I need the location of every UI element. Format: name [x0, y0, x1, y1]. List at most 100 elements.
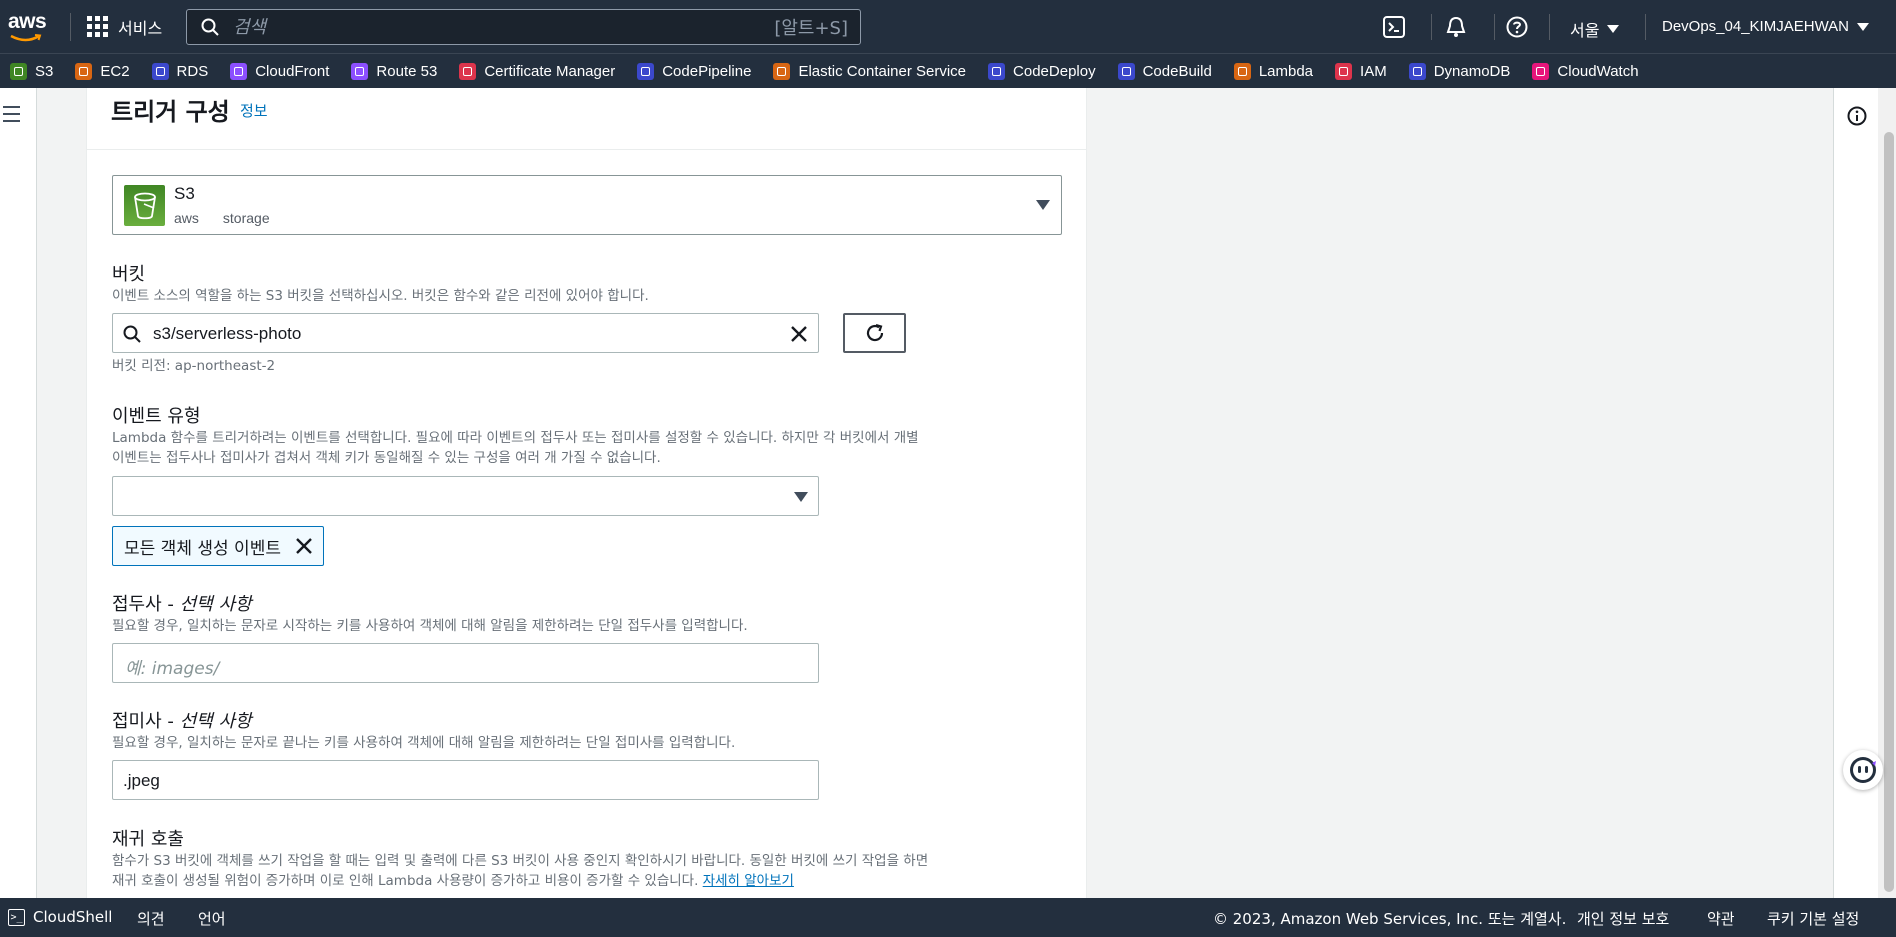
source-name: S3	[174, 184, 195, 203]
info-icon[interactable]	[1847, 106, 1867, 126]
trigger-source-select[interactable]: S3 aws storage	[112, 175, 1062, 235]
search-input[interactable]	[233, 16, 753, 38]
suffix-input[interactable]: .jpeg	[112, 760, 819, 800]
caret-down-icon	[1607, 25, 1620, 33]
info-link[interactable]: 정보	[240, 100, 268, 121]
search-icon	[123, 325, 141, 343]
notifications-bell-icon[interactable]	[1445, 16, 1467, 38]
event-type-select[interactable]	[112, 476, 819, 516]
prefix-input[interactable]: 예: images/	[112, 643, 819, 683]
service-icon	[351, 62, 369, 80]
favorite-certificate-manager[interactable]: Certificate Manager	[459, 62, 615, 80]
divider	[1645, 14, 1646, 40]
service-icon	[75, 62, 93, 80]
bucket-description: 이벤트 소스의 역할을 하는 S3 버킷을 선택하십시오. 버킷은 함수와 같은…	[112, 288, 649, 304]
favorite-codebuild[interactable]: CodeBuild	[1117, 62, 1212, 80]
refresh-button[interactable]	[843, 313, 906, 353]
bucket-label: 버킷	[112, 264, 146, 285]
event-type-description: Lambda 함수를 트리거하려는 이벤트를 선택합니다. 필요에 따라 이벤트…	[112, 430, 919, 466]
favorite-lambda[interactable]: Lambda	[1233, 62, 1313, 80]
prefix-description: 필요할 경우, 일치하는 문자로 시작하는 키를 사용하여 객체에 대해 알림을…	[112, 618, 748, 634]
service-icon	[773, 62, 791, 80]
recursive-invocation-description: 함수가 S3 버킷에 객체를 쓰기 작업을 할 때는 입력 및 출력에 다른 S…	[112, 853, 929, 889]
learn-more-link[interactable]: 자세히 알아보기	[703, 873, 794, 889]
panel-header: 트리거 구성 정보	[87, 88, 1086, 150]
service-icon	[1532, 62, 1550, 80]
token-label: 모든 객체 생성 이벤트	[124, 538, 281, 559]
recursive-invocation-label: 재귀 호출	[112, 829, 184, 850]
clear-icon[interactable]	[790, 325, 808, 343]
services-label: 서비스	[118, 20, 163, 38]
source-tag: aws	[174, 210, 199, 226]
service-icon	[459, 62, 477, 80]
top-navigation: aws 서비스 [알트+S] 서울 DevOps	[0, 0, 1896, 53]
favorite-s3[interactable]: S3	[10, 62, 53, 80]
remove-token-icon[interactable]	[295, 537, 313, 555]
scrollbar-thumb[interactable]	[1884, 132, 1894, 892]
suffix-description: 필요할 경우, 일치하는 문자로 끝나는 키를 사용하여 객체에 대해 알림을 …	[112, 735, 736, 751]
cloudshell-button[interactable]: >_ CloudShell	[8, 908, 112, 926]
caret-down-icon	[1036, 200, 1050, 210]
source-tags: aws storage	[174, 210, 270, 226]
aws-logo[interactable]: aws	[8, 8, 60, 46]
service-icon	[1233, 62, 1251, 80]
aws-smile-icon	[10, 33, 42, 41]
bucket-value: s3/serverless-photo	[153, 324, 302, 343]
refresh-icon	[866, 323, 883, 342]
account-name: DevOps_04_KIMJAEHWAN	[1662, 18, 1850, 35]
menu-hamburger-icon[interactable]	[3, 106, 20, 127]
bucket-search-input[interactable]: s3/serverless-photo	[112, 313, 819, 353]
service-icon	[10, 62, 27, 80]
region-label: 서울	[1570, 21, 1600, 40]
service-icon	[1408, 62, 1426, 80]
caret-down-icon	[1857, 22, 1870, 31]
favorite-dynamodb[interactable]: DynamoDB	[1408, 62, 1510, 80]
favorite-cloudfront[interactable]: CloudFront	[230, 62, 329, 80]
event-type-token: 모든 객체 생성 이벤트	[112, 526, 324, 566]
cloudshell-icon[interactable]	[1383, 16, 1405, 38]
favorite-elastic-container-service[interactable]: Elastic Container Service	[773, 62, 966, 80]
favorite-ec2[interactable]: EC2	[75, 62, 130, 80]
feedback-link[interactable]: 의견	[137, 908, 165, 929]
prefix-label: 접두사 - 선택 사항	[112, 594, 252, 615]
s3-bucket-icon	[124, 185, 165, 226]
divider	[70, 12, 71, 41]
help-icon[interactable]	[1506, 16, 1528, 38]
services-menu-button[interactable]: 서비스	[87, 15, 162, 39]
caret-down-icon	[794, 492, 808, 502]
footer: >_ CloudShell 의견 언어 © 2023, Amazon Web S…	[0, 898, 1896, 937]
favorite-rds[interactable]: RDS	[151, 62, 208, 80]
cookie-preferences-link[interactable]: 쿠키 기본 설정	[1767, 908, 1859, 929]
privacy-link[interactable]: 개인 정보 보호	[1577, 908, 1669, 929]
page-title: 트리거 구성	[111, 98, 230, 126]
trigger-configuration-panel: 트리거 구성 정보 S3 aws storage 버킷 이벤트 소스의 역할을 …	[86, 88, 1087, 898]
service-icon	[1335, 62, 1353, 80]
region-selector[interactable]: 서울	[1570, 17, 1620, 41]
favorite-route-53[interactable]: Route 53	[351, 62, 437, 80]
divider	[1431, 14, 1432, 40]
left-navigation-rail	[0, 88, 37, 898]
favorite-iam[interactable]: IAM	[1335, 62, 1387, 80]
global-search[interactable]: [알트+S]	[186, 9, 861, 45]
source-tag: storage	[222, 210, 270, 226]
search-icon	[201, 18, 219, 36]
suffix-value: .jpeg	[123, 771, 160, 790]
event-type-label: 이벤트 유형	[112, 406, 201, 427]
favorites-bar: S3 EC2 RDS CloudFront Route 53 Certificate Ma…	[0, 53, 1896, 88]
favorite-codedeploy[interactable]: CodeDeploy	[988, 62, 1096, 80]
grid-icon	[87, 16, 108, 37]
cloudshell-icon: >_	[8, 908, 25, 926]
search-shortcut-hint: [알트+S]	[774, 18, 848, 39]
account-menu[interactable]: DevOps_04_KIMJAEHWAN	[1662, 18, 1870, 35]
service-icon	[1117, 62, 1135, 80]
copyright-text: © 2023, Amazon Web Services, Inc. 또는 계열사…	[1213, 910, 1567, 928]
terms-link[interactable]: 약관	[1707, 908, 1735, 929]
language-link[interactable]: 언어	[198, 908, 226, 929]
prefix-placeholder: 예: images/	[125, 659, 220, 679]
divider	[1549, 14, 1550, 40]
suffix-label: 접미사 - 선택 사항	[112, 711, 252, 732]
service-icon	[637, 62, 655, 80]
favorite-codepipeline[interactable]: CodePipeline	[637, 62, 751, 80]
assistant-chat-icon[interactable]	[1843, 750, 1883, 790]
favorite-cloudwatch[interactable]: CloudWatch	[1532, 62, 1639, 80]
